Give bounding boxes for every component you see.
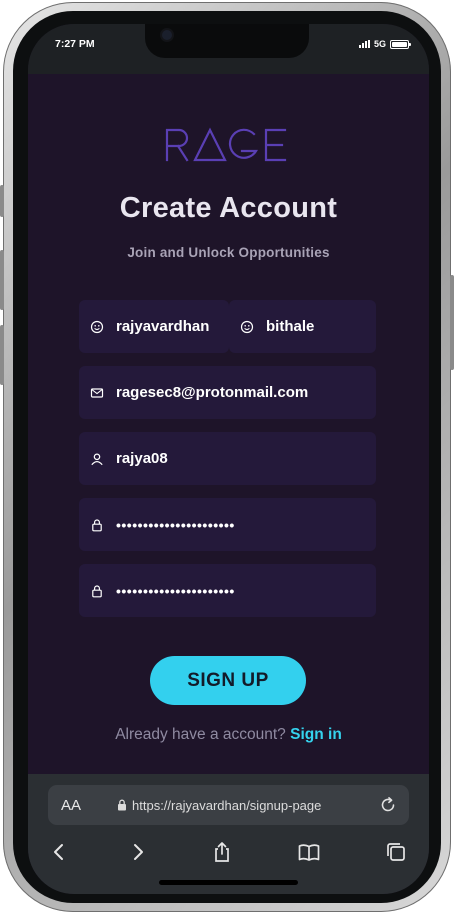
browser-toolbar: AA https://rajyavardhan/signup-page: [28, 774, 429, 894]
page-title: Create Account: [119, 192, 338, 224]
status-bar: 7:27 PM 5G: [28, 24, 429, 74]
reader-settings-label: AA: [61, 796, 82, 814]
smile-icon: [90, 320, 104, 334]
lock-icon: [90, 584, 104, 598]
last-name-field[interactable]: bithale: [229, 300, 376, 353]
signal-icon: [358, 40, 370, 48]
username-field[interactable]: rajya08: [79, 432, 376, 485]
browser-nav-toolbar: [28, 834, 429, 870]
first-name-field[interactable]: rajyavardhan: [79, 300, 229, 353]
phone-screen: 7:27 PM 5G Create Account Join and Unloc…: [28, 24, 429, 894]
url-text: https://rajyavardhan/signup-page: [132, 797, 322, 813]
password-value: ••••••••••••••••••••••: [116, 516, 235, 533]
forward-icon[interactable]: [126, 840, 150, 864]
username-value: rajya08: [116, 450, 168, 467]
first-name-value: rajyavardhan: [116, 318, 210, 335]
page-subtitle: Join and Unlock Opportunities: [127, 245, 330, 260]
last-name-value: bithale: [266, 318, 315, 335]
rage-logo: [164, 127, 292, 168]
share-icon[interactable]: [210, 840, 234, 864]
back-icon[interactable]: [47, 840, 71, 864]
battery-icon: [390, 39, 411, 49]
reload-icon[interactable]: [379, 796, 397, 814]
side-button-power: [450, 275, 454, 370]
signin-prompt-text: Already have a account?: [115, 726, 286, 743]
smile-icon: [240, 320, 254, 334]
user-icon: [90, 452, 104, 466]
signin-prompt-row: Already have a account? Sign in: [28, 726, 429, 744]
secure-lock-icon: [117, 799, 127, 811]
lock-icon: [90, 518, 104, 532]
side-button-action: [0, 185, 4, 217]
confirm-password-value: ••••••••••••••••••••••: [116, 582, 235, 599]
status-indicators: 5G: [358, 39, 411, 49]
camera-icon: [162, 30, 172, 40]
home-indicator[interactable]: [159, 880, 298, 885]
side-button-volume-down: [0, 325, 4, 385]
address-bar[interactable]: AA https://rajyavardhan/signup-page: [48, 785, 409, 825]
password-field[interactable]: ••••••••••••••••••••••: [79, 498, 376, 551]
sign-up-button[interactable]: SIGN UP: [150, 656, 306, 705]
reader-settings-button[interactable]: AA: [61, 797, 81, 814]
email-field[interactable]: ragesec8@protonmail.com: [79, 366, 376, 419]
sign-in-link[interactable]: Sign in: [290, 726, 342, 743]
dynamic-notch: [145, 24, 309, 58]
bookmarks-icon[interactable]: [297, 840, 321, 864]
side-button-volume-up: [0, 250, 4, 310]
network-label: 5G: [373, 39, 386, 49]
confirm-password-field[interactable]: ••••••••••••••••••••••: [79, 564, 376, 617]
status-time: 7:27 PM: [55, 38, 95, 50]
email-value: ragesec8@protonmail.com: [116, 384, 309, 401]
mail-icon: [90, 386, 104, 400]
signup-page: Create Account Join and Unlock Opportuni…: [28, 74, 429, 774]
tabs-icon[interactable]: [384, 840, 408, 864]
